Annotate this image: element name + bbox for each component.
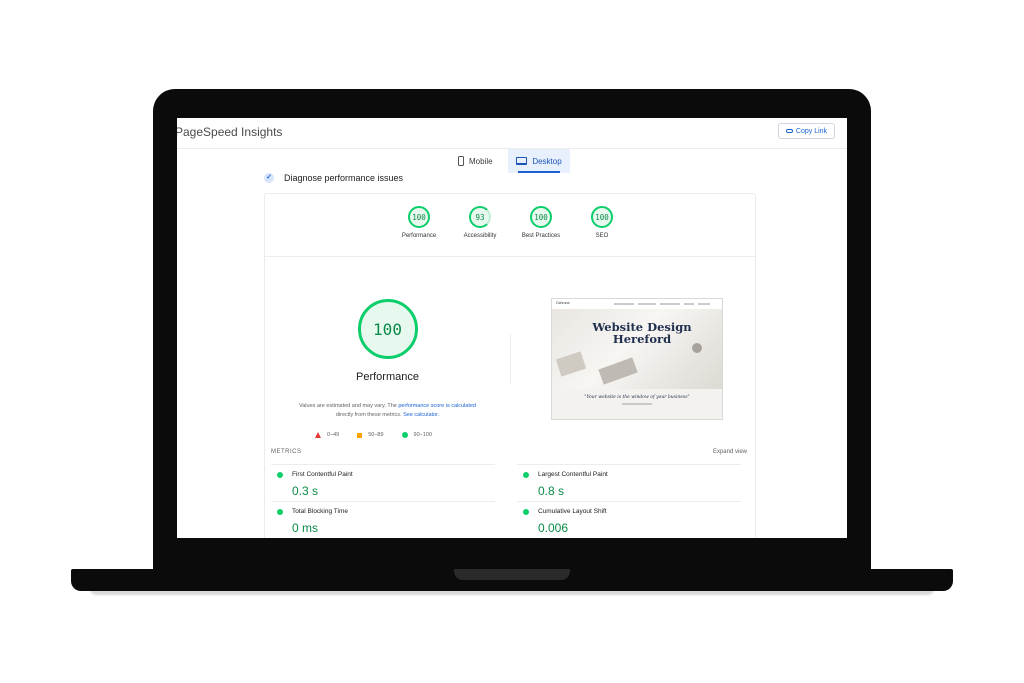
browser-screen: PageSpeed Insights Copy Link Mobile Desk… [177,118,847,538]
good-circle-icon [277,472,283,478]
square-icon [357,432,363,438]
divider [510,334,511,384]
thumbnail-tagline: "Your website is the window of your busi… [584,395,690,400]
performance-note: Values are estimated and may vary. The p… [275,402,500,420]
thumbnail-title: Website Design Hereford [592,320,692,346]
score-gauge-best-practices[interactable]: 100 Best Practices [506,206,576,239]
copy-link-button[interactable]: Copy Link [778,123,835,139]
tab-desktop[interactable]: Desktop [508,149,570,173]
nav-placeholder [614,303,634,305]
app-title: PageSpeed Insights [177,125,283,139]
legend-item-poor: 0–49 [315,432,339,438]
circle-icon [401,432,408,438]
score-gauge-accessibility[interactable]: 93 Accessibility [445,206,515,239]
note-text-2: directly from these metrics. [335,412,402,418]
report-card: 100 Performance 93 Accessibility 100 Bes… [264,193,756,538]
legend-range: 90–100 [413,432,432,438]
metric-fcp: First Contentful Paint 0.3 s [271,464,495,501]
performance-score: 100 [357,299,418,359]
good-circle-icon [523,509,529,515]
performance-gauge: 100 Performance [265,299,510,383]
score-summary: 100 Performance 93 Accessibility 100 Bes… [265,194,755,257]
note-text: Values are estimated and may vary. The [298,403,397,409]
laptop-notch [454,569,570,580]
diagnose-label: Diagnose performance issues [284,173,404,183]
copy-link-label: Copy Link [795,127,828,135]
tab-mobile-label: Mobile [469,156,493,166]
score-value: 100 [530,206,552,228]
triangle-icon [315,432,321,438]
metric-value: 0.006 [538,521,569,535]
score-gauge-performance[interactable]: 100 Performance [384,206,454,239]
decor-shape [555,351,587,377]
performance-score-link[interactable]: performance score is calculated [398,403,476,409]
score-value: 100 [591,206,613,228]
score-label: SEO [595,233,609,239]
metric-tbt: Total Blocking Time 0 ms [271,501,495,538]
legend-range: 50–89 [368,432,384,438]
metric-label: Cumulative Layout Shift [538,508,607,515]
metric-label: Total Blocking Time [292,508,348,515]
nav-placeholder [660,303,680,305]
page-screenshot-thumbnail: Ochrona Website Design Hereford "Your we… [551,298,723,420]
metric-label: Largest Contentful Paint [538,471,608,478]
score-label: Accessibility [463,233,497,239]
good-circle-icon [523,472,529,478]
expand-view-toggle[interactable]: Expand view [713,449,747,455]
phone-icon [458,156,464,166]
tab-desktop-label: Desktop [532,156,562,166]
app-header: PageSpeed Insights Copy Link [177,118,847,149]
score-legend: 0–49 50–89 90–100 [315,432,432,438]
see-calculator-link[interactable]: See calculator. [403,412,439,418]
link-icon [785,129,793,133]
legend-range: 0–49 [327,432,340,438]
decor-shape [598,357,638,385]
metrics-header: METRICS Expand view [271,449,747,455]
thumbnail-signature [622,403,652,405]
metric-label: First Contentful Paint [292,471,353,478]
score-value: 93 [469,206,491,228]
nav-placeholder [638,303,656,305]
device-tabs: Mobile Desktop [177,149,847,173]
score-label: Best Practices [521,233,561,239]
metrics-heading: METRICS [271,449,302,455]
laptop-icon [516,157,528,165]
legend-item-good: 90–100 [401,432,432,438]
good-circle-icon [277,509,283,515]
metric-value: 0.3 s [292,484,319,498]
check-circle-icon: ✓ [264,173,274,183]
diagnose-section-header[interactable]: ✓ Diagnose performance issues [264,173,403,183]
metric-cls: Cumulative Layout Shift 0.006 [517,501,741,538]
tab-mobile[interactable]: Mobile [458,149,504,173]
score-value: 100 [408,206,430,228]
metric-lcp: Largest Contentful Paint 0.8 s [517,464,741,501]
performance-title: Performance [356,371,419,383]
nav-placeholder [698,303,710,305]
legend-item-average: 50–89 [357,432,384,438]
score-gauge-seo[interactable]: 100 SEO [567,206,637,239]
metric-value: 0 ms [292,521,319,535]
metric-value: 0.8 s [538,484,565,498]
score-label: Performance [401,233,437,239]
nav-placeholder [684,303,694,305]
thumbnail-logo: Ochrona [556,301,570,305]
